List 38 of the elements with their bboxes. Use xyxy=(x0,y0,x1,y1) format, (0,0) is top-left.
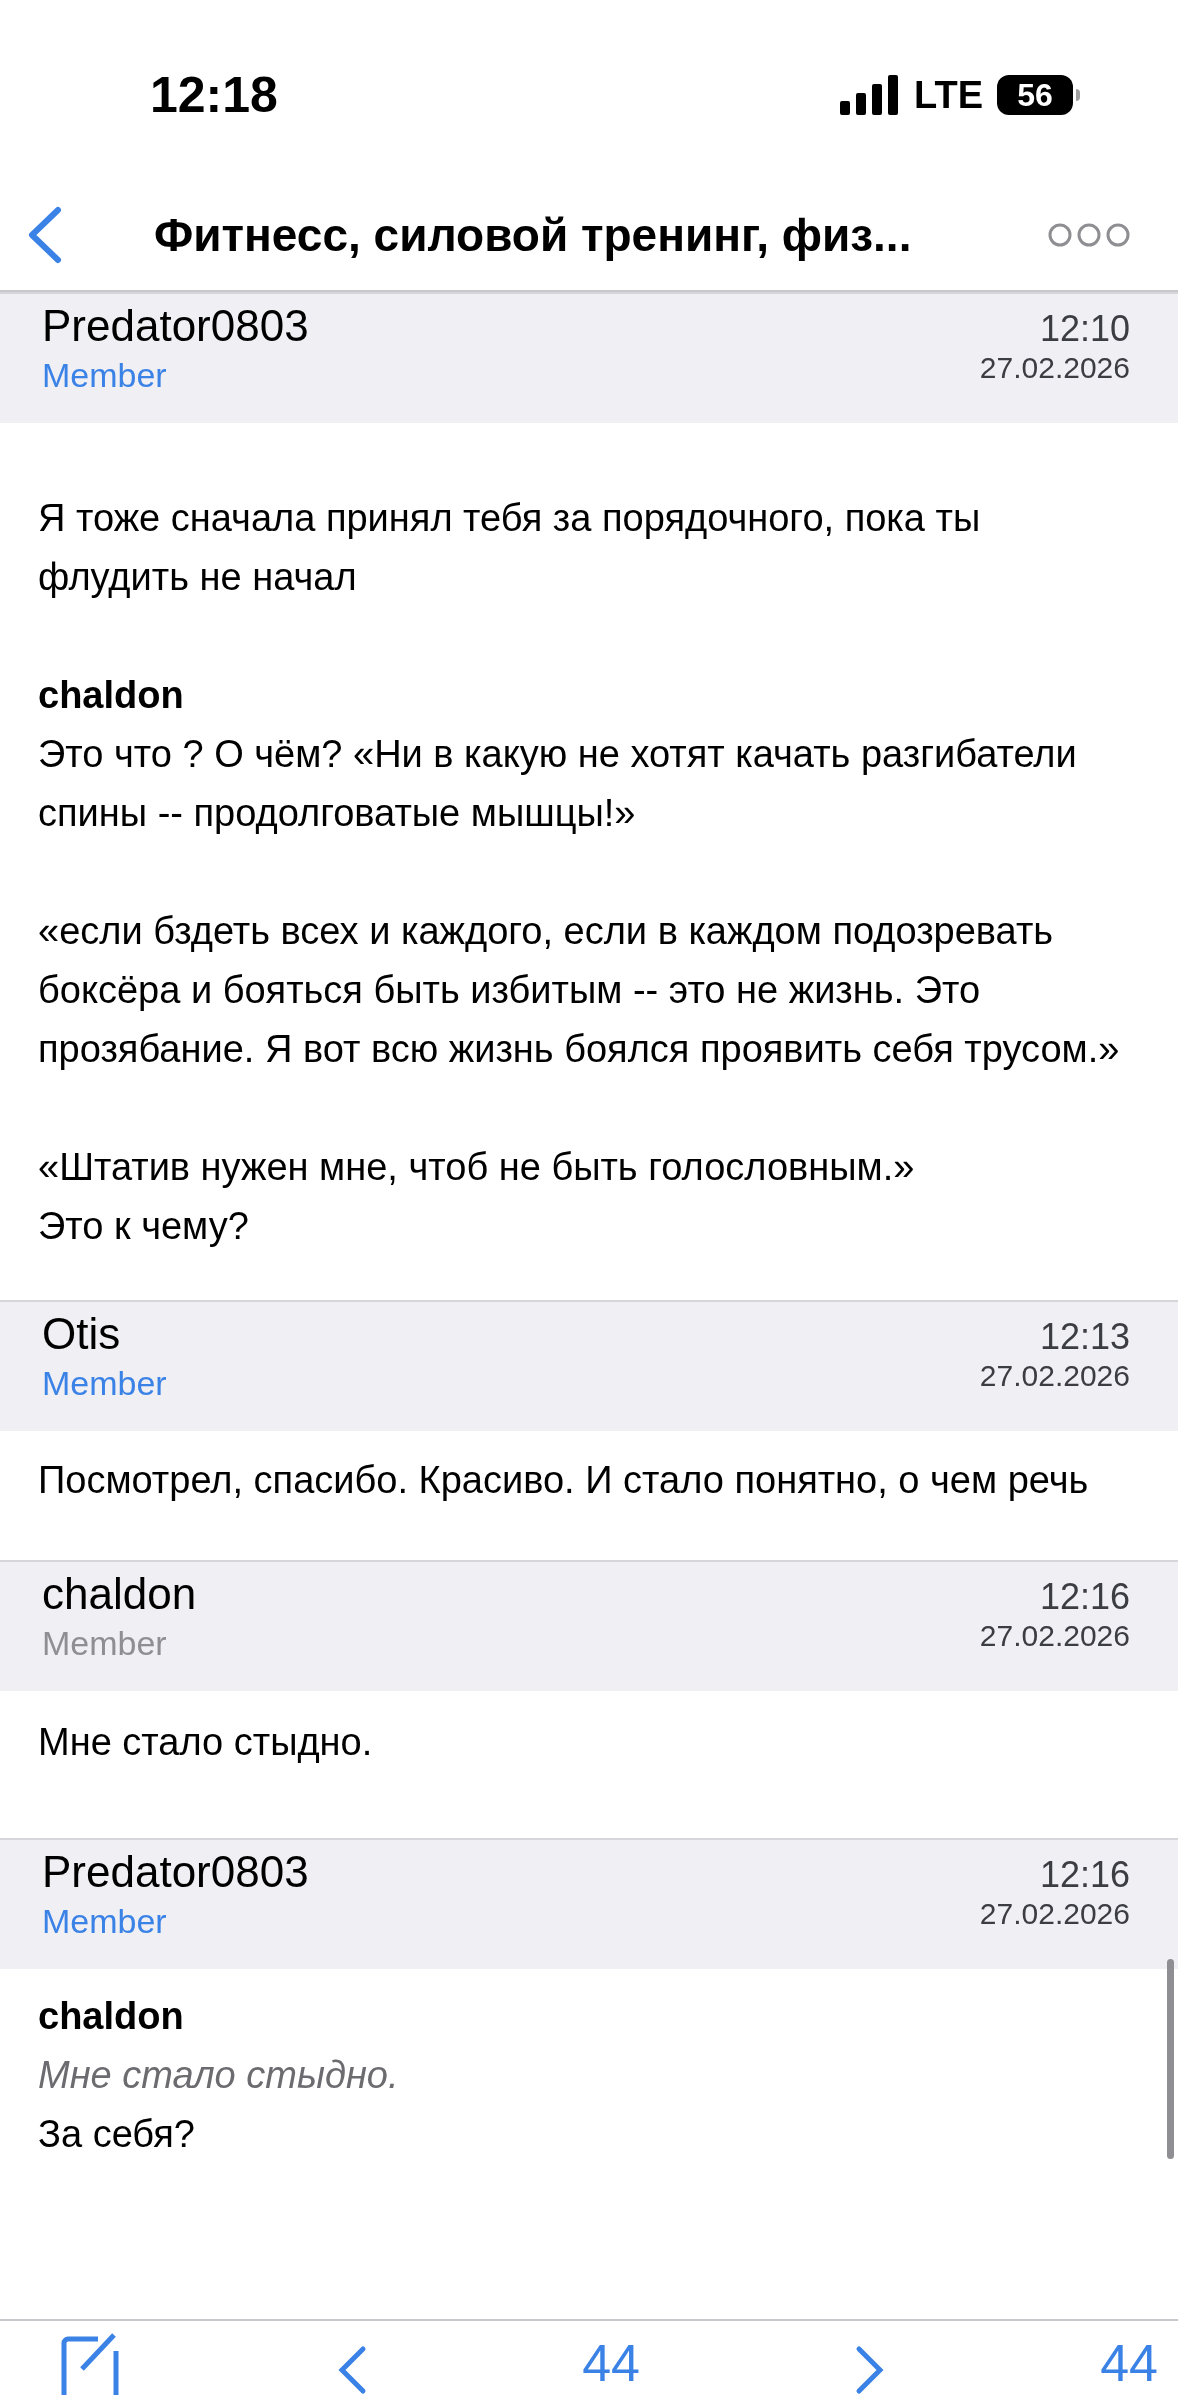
author-name[interactable]: Predator0803 xyxy=(42,1846,309,1898)
quote-text: Мне стало стыдно. xyxy=(38,2053,400,2098)
battery-icon: 56 xyxy=(997,75,1073,115)
network-label: LTE xyxy=(914,72,983,118)
post-date: 27.02.2026 xyxy=(979,1358,1130,1394)
post-text: «если бздеть всех и каждого, если в каждом подозревать боксёра и бояться быть избитым -- это не жизнь. Это прозябание. Я вот всю жизнь боялся проявить себя трусом.» xyxy=(38,909,1121,1072)
status-time: 12:18 xyxy=(150,65,278,125)
page-number[interactable]: 44 xyxy=(582,2333,640,2393)
member-role: Member xyxy=(42,1363,167,1404)
post-time: 12:10 xyxy=(1039,308,1130,350)
post-text: Я тоже сначала принял тебя за порядочного, пока ты флудить не начал xyxy=(38,496,982,600)
author-name[interactable]: Predator0803 xyxy=(42,300,309,352)
more-icon[interactable] xyxy=(1048,223,1130,247)
post-date: 27.02.2026 xyxy=(979,1618,1130,1654)
author-name[interactable]: Otis xyxy=(42,1308,167,1360)
post-text: Посмотрел, спасибо. Красиво. И стало понятно, о чем речь xyxy=(38,1458,1090,1503)
member-role: Member xyxy=(42,1901,168,1942)
post-date: 27.02.2026 xyxy=(979,1896,1130,1932)
post-text: Это что ? О чём? «Ни в какую не хотят качать разгибатели спины -- продолговатые мышцы!» xyxy=(38,732,1078,836)
signal-icon xyxy=(840,75,901,115)
post-text: Это к чему? xyxy=(38,1204,250,1249)
post-time: 12:16 xyxy=(1039,1576,1130,1618)
post-text: Мне стало стыдно. xyxy=(38,1720,374,1765)
post-time: 12:13 xyxy=(1039,1316,1130,1358)
post-time: 12:16 xyxy=(1039,1854,1130,1896)
post-text: «Штатив нужен мне, чтоб не быть голословным.» xyxy=(38,1145,916,1190)
post-text: За себя? xyxy=(38,2112,196,2157)
quote-author: chaldon xyxy=(38,673,185,718)
thread-title: Фитнесс, силовой тренинг, физ... xyxy=(154,207,912,263)
next-icon[interactable] xyxy=(855,2345,886,2395)
post-date: 27.02.2026 xyxy=(979,350,1130,386)
author-name[interactable]: chaldon xyxy=(42,1568,197,1620)
quote-author: chaldon xyxy=(38,1994,185,2039)
member-role: Member xyxy=(42,355,168,396)
member-role: Member xyxy=(42,1623,168,1664)
last-page-number[interactable]: 44 xyxy=(1100,2333,1158,2393)
back-icon[interactable] xyxy=(26,206,62,264)
previous-icon[interactable] xyxy=(337,2345,368,2395)
